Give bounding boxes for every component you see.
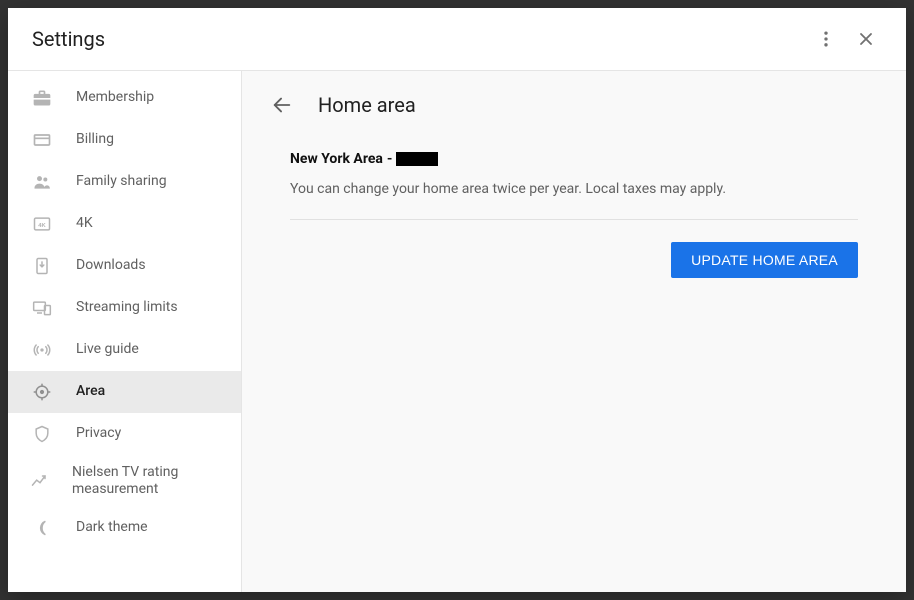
sidebar-item-label: Downloads (76, 257, 146, 275)
download-icon (30, 254, 54, 278)
sidebar-item-live-guide[interactable]: Live guide (8, 329, 241, 371)
redacted-zip (396, 152, 438, 166)
current-area-value: New York Area - (290, 151, 858, 167)
moon-icon (30, 516, 54, 540)
settings-dialog: Settings Membership (8, 8, 906, 592)
close-button[interactable] (846, 19, 886, 59)
settings-sidebar: Membership Billing Family sharing (8, 70, 242, 592)
dialog-title: Settings (32, 27, 806, 51)
sidebar-item-4k[interactable]: 4K 4K (8, 203, 241, 245)
sidebar-item-label: Area (76, 383, 105, 401)
shield-icon (30, 422, 54, 446)
current-area-prefix: New York Area (290, 151, 383, 167)
card-icon (30, 128, 54, 152)
dialog-titlebar: Settings (8, 8, 906, 70)
trend-icon (30, 469, 50, 493)
sidebar-item-label: Privacy (76, 425, 121, 443)
sidebar-item-label: Streaming limits (76, 299, 178, 317)
sidebar-item-dark-theme[interactable]: Dark theme (8, 507, 241, 549)
sidebar-item-label: Nielsen TV rating measurement (72, 464, 229, 499)
sidebar-item-area[interactable]: Area (8, 371, 241, 413)
sidebar-item-privacy[interactable]: Privacy (8, 413, 241, 455)
divider (290, 219, 858, 220)
sidebar-item-label: Billing (76, 131, 114, 149)
arrow-left-icon (271, 94, 293, 116)
kebab-icon (816, 29, 836, 49)
sidebar-item-label: Family sharing (76, 173, 167, 191)
sidebar-item-label: 4K (76, 215, 93, 233)
sidebar-item-membership[interactable]: Membership (8, 77, 241, 119)
sidebar-item-label: Membership (76, 89, 154, 107)
settings-content: Home area New York Area - You can change… (242, 70, 906, 592)
fourk-icon: 4K (30, 212, 54, 236)
target-icon (30, 380, 54, 404)
broadcast-icon (30, 338, 54, 362)
content-heading: Home area (318, 93, 416, 117)
sidebar-item-label: Dark theme (76, 519, 148, 537)
back-button[interactable] (270, 93, 294, 117)
briefcase-icon (30, 86, 54, 110)
dialog-body: Membership Billing Family sharing (8, 70, 906, 592)
devices-icon (30, 296, 54, 320)
sidebar-item-billing[interactable]: Billing (8, 119, 241, 161)
close-icon (856, 29, 876, 49)
sidebar-item-label: Live guide (76, 341, 139, 359)
update-home-area-button[interactable]: Update Home Area (671, 242, 858, 278)
sidebar-item-streaming-limits[interactable]: Streaming limits (8, 287, 241, 329)
more-options-button[interactable] (806, 19, 846, 59)
sidebar-item-downloads[interactable]: Downloads (8, 245, 241, 287)
home-area-help-text: You can change your home area twice per … (290, 181, 858, 197)
content-titlebar: Home area (242, 71, 906, 139)
current-area-separator: - (387, 151, 393, 167)
backdrop: Settings Membership (0, 0, 914, 600)
people-icon (30, 170, 54, 194)
action-row: Update Home Area (290, 242, 858, 278)
home-area-section: New York Area - You can change your home… (290, 151, 858, 278)
sidebar-item-family-sharing[interactable]: Family sharing (8, 161, 241, 203)
sidebar-item-nielsen[interactable]: Nielsen TV rating measurement (8, 455, 241, 507)
svg-text:4K: 4K (38, 223, 46, 229)
